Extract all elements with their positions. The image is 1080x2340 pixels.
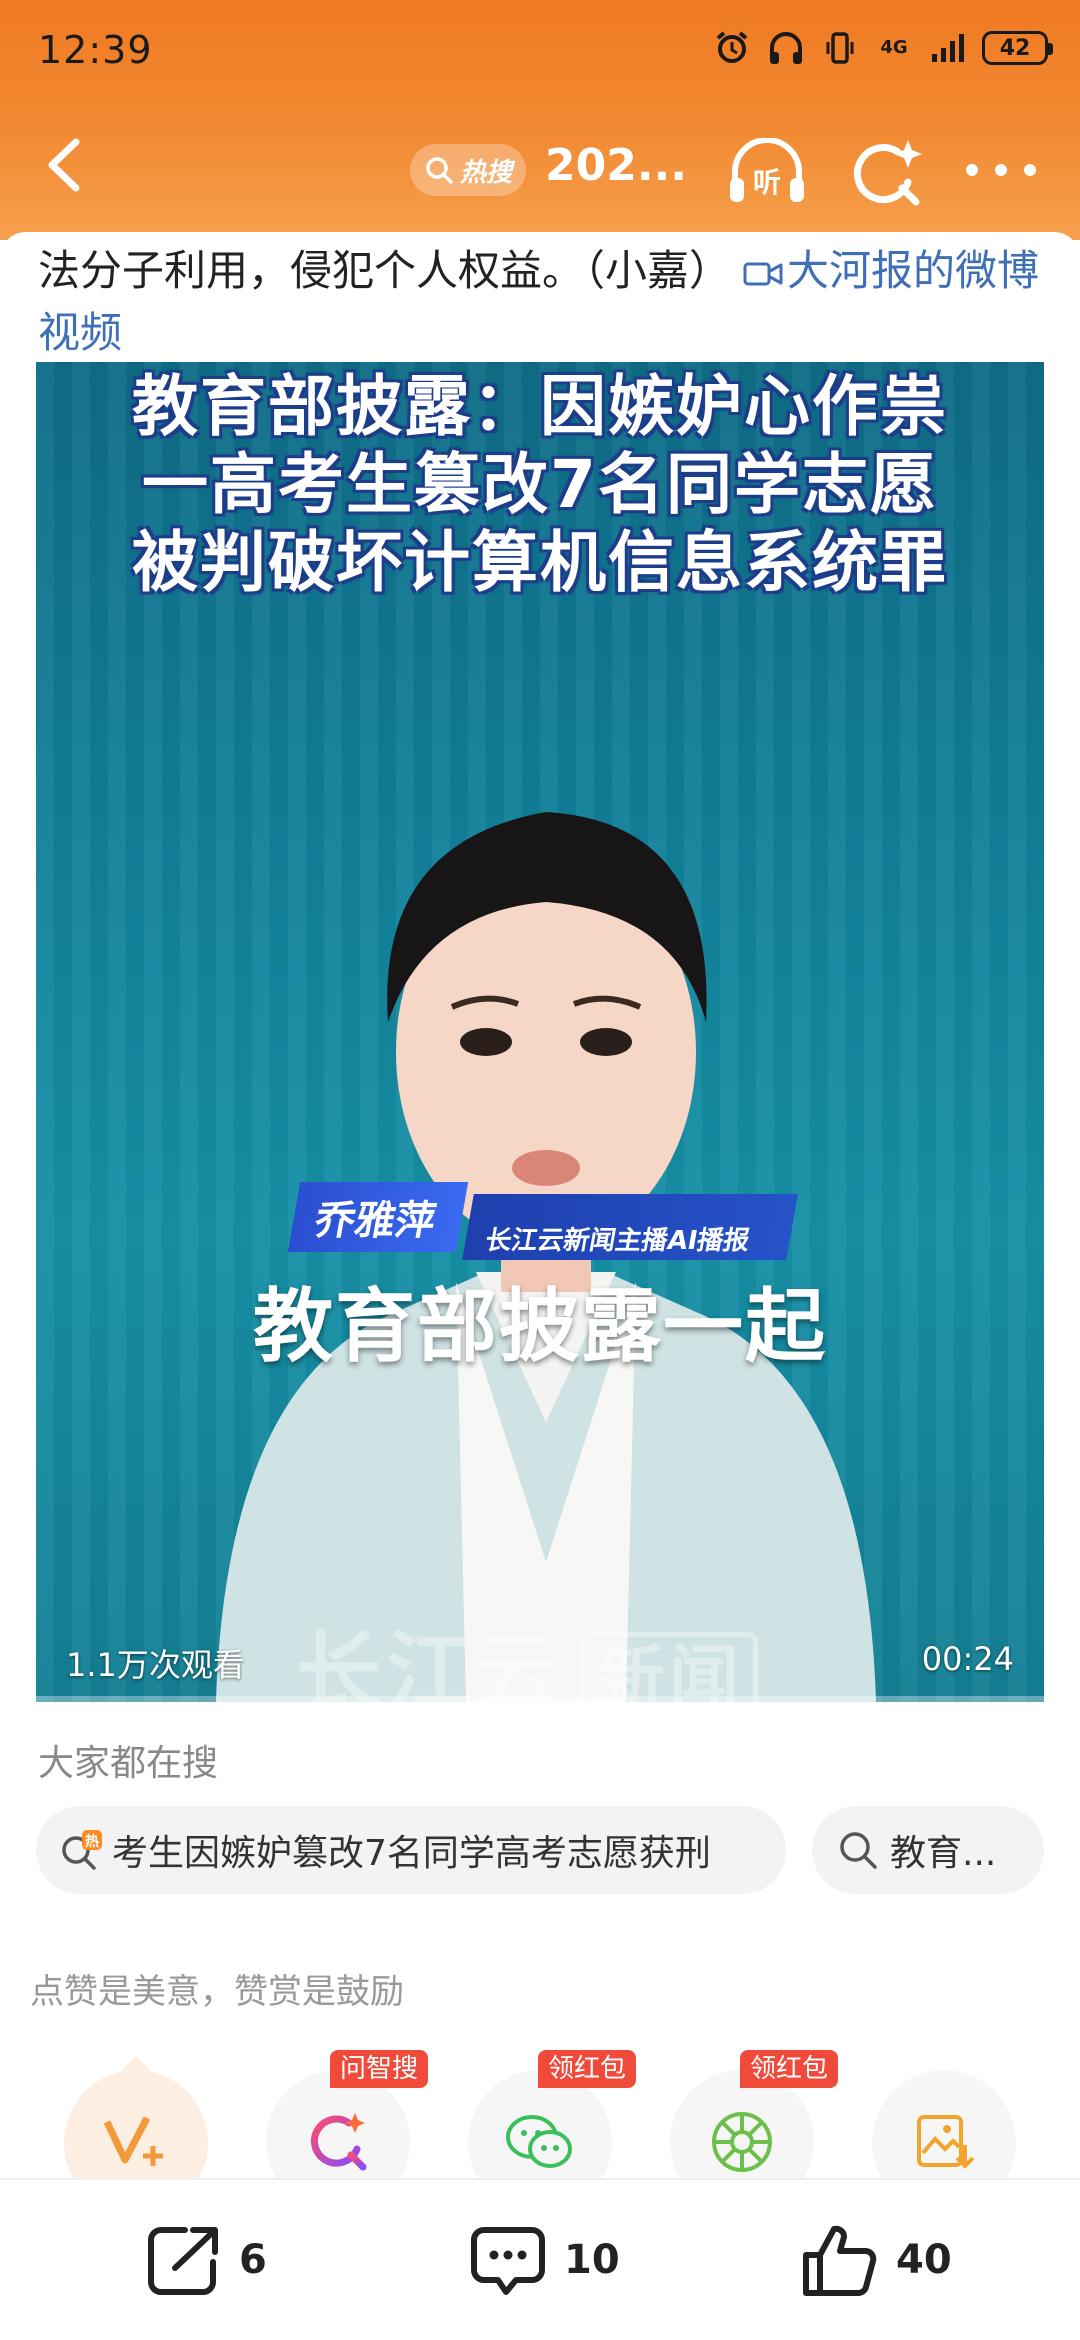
- video-progress-bar[interactable]: [36, 1696, 1044, 1702]
- share-count: 6: [239, 2237, 267, 2283]
- more-dot-icon: [1024, 164, 1036, 176]
- search-chip-text: 考生因嫉妒篡改7名同学高考志愿获刑: [112, 1833, 711, 1874]
- video-duration: 00:24: [921, 1640, 1014, 1678]
- status-bar: 12:39 4G 42: [0, 0, 1080, 100]
- anchor-org: 长江云新闻主播AI播报: [462, 1194, 798, 1260]
- headphones-icon: [766, 28, 806, 68]
- more-dot-icon: [966, 164, 978, 176]
- hot-search-badge[interactable]: 热搜: [410, 144, 527, 196]
- moments-icon: [712, 2112, 772, 2172]
- search-icon: [426, 157, 453, 184]
- video-subtitle: 教育部披露一起: [253, 1280, 827, 1373]
- bottom-action-bar: 6 10 40: [0, 2178, 1080, 2340]
- ai-search-icon: [311, 2113, 367, 2171]
- headline-line-1: 教育部披露：因嫉妒心作祟: [132, 368, 948, 445]
- nav-title[interactable]: 202...: [545, 140, 687, 191]
- ai-search-icon: [854, 140, 922, 206]
- listen-button[interactable]: 听: [725, 137, 809, 206]
- post-text: 法分子利用，侵犯个人权益。（小嘉） 大河报的微博视频: [38, 240, 1048, 364]
- search-chip[interactable]: 教育...: [812, 1806, 1044, 1894]
- svg-text:热: 热: [85, 1833, 99, 1850]
- video-camera-icon: [743, 262, 783, 286]
- ai-search-tag: 问智搜: [330, 2050, 429, 2088]
- thumbs-up-icon: [803, 2225, 877, 2296]
- battery-indicator: 42: [982, 31, 1053, 65]
- video-watermark: 长江云 新闻: [296, 1602, 758, 1702]
- page: 12:39 4G 42 热搜 202... 听 法分子利用，侵犯个人权益。（小嘉…: [0, 0, 1080, 2340]
- trending-search-title: 大家都在搜: [38, 1743, 219, 1784]
- vibrate-icon: [820, 28, 860, 68]
- anchor-name: 乔雅萍: [287, 1182, 469, 1252]
- alarm-icon: [712, 28, 752, 68]
- search-chip[interactable]: 热 考生因嫉妒篡改7名同学高考志愿获刑: [36, 1806, 786, 1894]
- status-icons: 4G 42: [712, 28, 1053, 68]
- more-dot-icon: [995, 164, 1007, 176]
- v-plus-icon: [103, 2116, 163, 2166]
- hot-search-label: 热搜: [460, 157, 513, 188]
- post-text-body: 法分子利用，侵犯个人权益。（小嘉）: [38, 246, 732, 295]
- back-button[interactable]: [30, 130, 100, 200]
- chevron-left-icon: [48, 138, 80, 192]
- watermark-main: 长江云: [296, 1623, 566, 1702]
- search-chip-text: 教育...: [890, 1833, 997, 1874]
- headline-line-3: 被判破坏计算机信息系统罪: [132, 524, 948, 601]
- headline-line-2: 一高考生篡改7名同学志愿: [142, 446, 938, 523]
- share-icon: [148, 2227, 218, 2295]
- comment-count: 10: [564, 2237, 620, 2283]
- signal-icon: [928, 28, 968, 68]
- nav-bar: 热搜 202... 听: [0, 110, 1080, 230]
- video-player[interactable]: 教育部披露：因嫉妒心作祟 一高考生篡改7名同学志愿 被判破坏计算机信息系统罪 乔…: [36, 362, 1044, 1702]
- pointer-arrow: [122, 2056, 150, 2070]
- content-area: 法分子利用，侵犯个人权益。（小嘉） 大河报的微博视频 教育部披露：因嫉妒心作祟 一…: [0, 232, 1080, 2340]
- save-image-icon: [917, 2115, 975, 2169]
- encourage-text: 点赞是美意，赞赏是鼓励: [30, 1972, 404, 2012]
- like-count: 40: [896, 2237, 952, 2283]
- like-button[interactable]: 40: [800, 2220, 952, 2300]
- search-icon: [840, 1832, 877, 1869]
- anchor-nameplate: 乔雅萍 长江云新闻主播AI播报: [287, 1182, 798, 1260]
- top-header: 12:39 4G 42 热搜 202... 听: [0, 0, 1080, 240]
- moments-tag: 领红包: [740, 2050, 839, 2088]
- share-button[interactable]: 6: [145, 2220, 267, 2300]
- hot-search-icon: 热: [62, 1830, 102, 1870]
- more-button[interactable]: [966, 150, 1036, 190]
- video-headline: 教育部披露：因嫉妒心作祟 一高考生篡改7名同学志愿 被判破坏计算机信息系统罪: [36, 362, 1044, 602]
- view-count: 1.1万次观看: [66, 1646, 245, 1684]
- network-type: 4G: [880, 37, 908, 58]
- wechat-icon: [506, 2115, 572, 2168]
- comment-icon: [471, 2227, 545, 2295]
- wechat-tag: 领红包: [538, 2050, 637, 2088]
- comment-button[interactable]: 10: [470, 2220, 620, 2300]
- svg-text:听: 听: [753, 166, 781, 199]
- status-time: 12:39: [38, 28, 153, 72]
- headphones-listen-icon: 听: [730, 137, 804, 202]
- watermark-box: 新闻: [580, 1632, 758, 1702]
- ai-search-button[interactable]: [850, 136, 926, 208]
